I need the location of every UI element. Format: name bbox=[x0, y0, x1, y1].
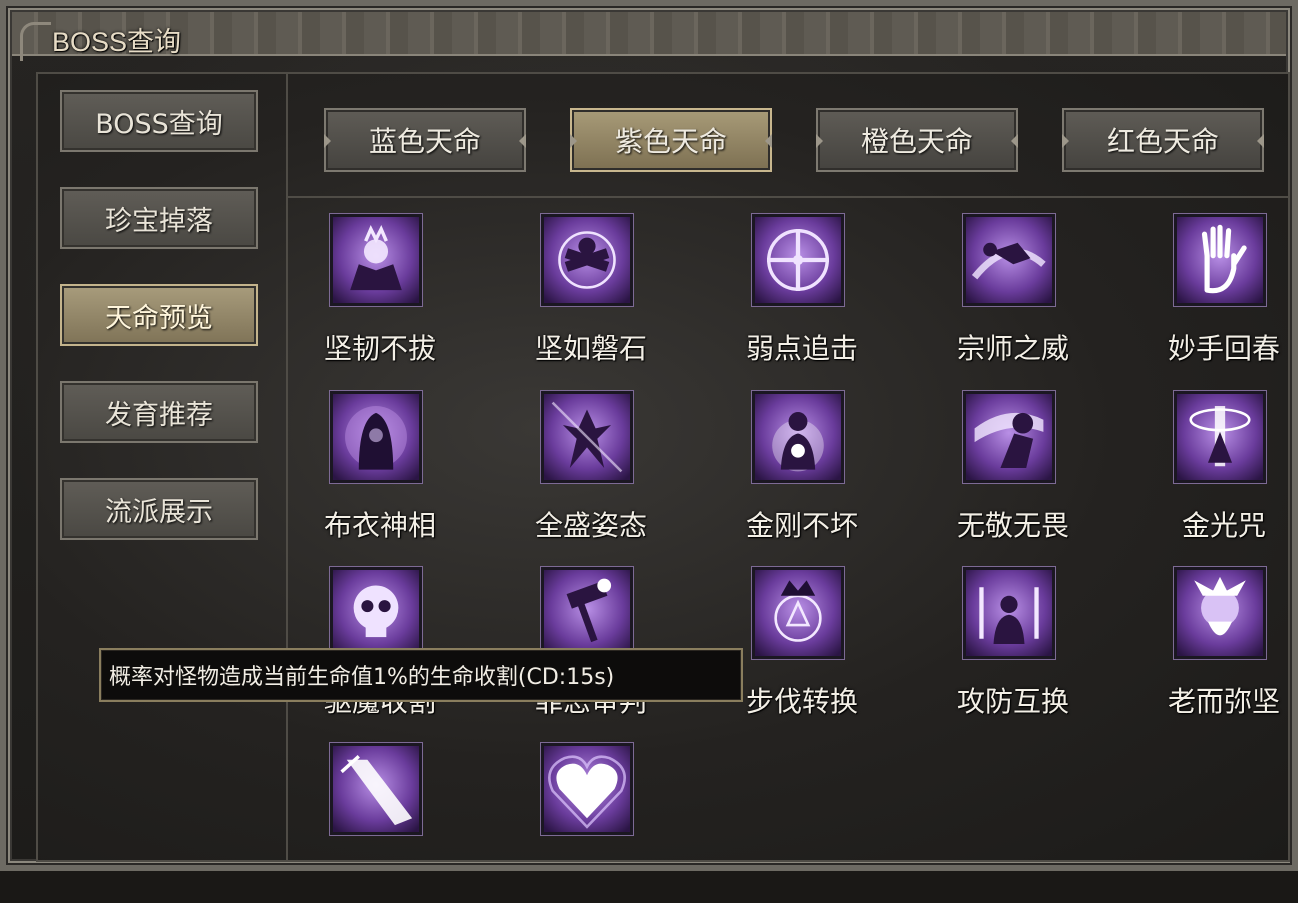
skill-card[interactable]: 步伐转换 bbox=[708, 567, 916, 727]
content-panel: BOSS查询 珍宝掉落 天命预览 发育推荐 流派展示 蓝色天命 紫色天命 橙色天… bbox=[36, 72, 1298, 862]
skill-name: 坚如磐石 bbox=[497, 324, 691, 370]
boss-query-window: BOSS查询 BOSS查询 珍宝掉落 天命预览 发育推荐 流派展示 蓝色天命 紫… bbox=[0, 0, 1298, 871]
sidebar: BOSS查询 珍宝掉落 天命预览 发育推荐 流派展示 bbox=[38, 74, 288, 860]
skill-name: 金光咒 bbox=[1130, 501, 1298, 547]
skill-name-text: 老而弥坚 bbox=[1167, 685, 1280, 718]
skill-name: 弱点追击 bbox=[708, 324, 902, 370]
skill-name: 无敬无畏 bbox=[919, 501, 1113, 547]
tab-purple-destiny[interactable]: 紫色天命 bbox=[570, 108, 772, 172]
skill-name-text: 金光咒 bbox=[1181, 509, 1266, 542]
sidebar-item-growth-recommend[interactable]: 发育推荐 bbox=[60, 381, 258, 443]
tab-blue-destiny[interactable]: 蓝色天命 bbox=[324, 108, 526, 172]
skill-card[interactable] bbox=[294, 743, 494, 903]
flying-kick-icon[interactable] bbox=[963, 214, 1055, 306]
demon-sigil-icon[interactable] bbox=[752, 567, 844, 659]
old-master-icon[interactable] bbox=[1174, 567, 1266, 659]
skill-name-text: 步伐转换 bbox=[745, 685, 858, 718]
skill-card[interactable]: 老而弥坚 bbox=[1130, 567, 1298, 727]
skill-card[interactable]: 妙手回春 bbox=[1130, 214, 1298, 374]
skill-name-text: 妙手回春 bbox=[1167, 332, 1280, 365]
skill-name-text: 坚如磐石 bbox=[534, 332, 647, 365]
tab-red-destiny[interactable]: 红色天命 bbox=[1062, 108, 1264, 172]
skill-name: 攻防互换 bbox=[919, 677, 1113, 723]
skill-card[interactable]: 罪恶审判 bbox=[497, 567, 705, 727]
skill-name: 金刚不坏 bbox=[708, 501, 902, 547]
skill-card[interactable]: 全盛姿态 bbox=[497, 391, 705, 551]
sidebar-item-build-showcase[interactable]: 流派展示 bbox=[60, 478, 258, 540]
skill-name-text: 布衣神相 bbox=[323, 509, 436, 542]
skill-card[interactable]: 坚韧不拔 bbox=[286, 214, 494, 374]
title-bar[interactable]: BOSS查询 bbox=[12, 12, 1286, 61]
skill-name-text: 宗师之威 bbox=[956, 332, 1069, 365]
skill-tooltip: 概率对怪物造成当前生命值1%的生命收割(CD:15s) bbox=[99, 648, 743, 702]
light-beam-icon[interactable] bbox=[330, 743, 422, 835]
corner-ornament-icon bbox=[20, 22, 51, 61]
glowing-heart-icon[interactable] bbox=[541, 743, 633, 835]
skill-name-text: 坚韧不拔 bbox=[323, 332, 436, 365]
judgment-hammer-icon[interactable] bbox=[541, 567, 633, 659]
sidebar-item-boss-query[interactable]: BOSS查询 bbox=[60, 90, 258, 152]
demon-throne-icon[interactable] bbox=[330, 214, 422, 306]
shadow-warrior-icon[interactable] bbox=[963, 391, 1055, 483]
sidebar-item-treasure-drop[interactable]: 珍宝掉落 bbox=[60, 187, 258, 249]
skill-card[interactable]: 驱魔收割 bbox=[286, 567, 494, 727]
window-title: BOSS查询 bbox=[52, 27, 182, 57]
skill-card[interactable]: 布衣神相 bbox=[286, 391, 494, 551]
crosshair-icon[interactable] bbox=[752, 214, 844, 306]
skill-card[interactable]: 金光咒 bbox=[1130, 391, 1298, 551]
skill-card[interactable]: 宗师之威 bbox=[919, 214, 1127, 374]
skill-name: 全盛姿态 bbox=[497, 501, 691, 547]
skill-name-text: 金刚不坏 bbox=[745, 509, 858, 542]
skill-name: 宗师之威 bbox=[919, 324, 1113, 370]
skill-card[interactable] bbox=[505, 743, 705, 903]
swords-meditation-icon[interactable] bbox=[963, 567, 1055, 659]
skill-name: 妙手回春 bbox=[1130, 324, 1298, 370]
skill-card[interactable]: 金刚不坏 bbox=[708, 391, 916, 551]
hooded-sage-icon[interactable] bbox=[330, 391, 422, 483]
tab-bar: 蓝色天命 紫色天命 橙色天命 红色天命 bbox=[288, 74, 1288, 198]
skill-card[interactable]: 弱点追击 bbox=[708, 214, 916, 374]
crossed-arms-orb-icon[interactable] bbox=[541, 214, 633, 306]
skill-name: 老而弥坚 bbox=[1130, 677, 1298, 723]
skill-card[interactable]: 无敬无畏 bbox=[919, 391, 1127, 551]
skill-name: 坚韧不拔 bbox=[286, 324, 480, 370]
golden-light-pillar-icon[interactable] bbox=[1174, 391, 1266, 483]
skill-name: 布衣神相 bbox=[286, 501, 480, 547]
skill-card[interactable]: 坚如磐石 bbox=[497, 214, 705, 374]
skill-name-text: 全盛姿态 bbox=[534, 509, 647, 542]
power-stance-icon[interactable] bbox=[541, 391, 633, 483]
tab-orange-destiny[interactable]: 橙色天命 bbox=[816, 108, 1018, 172]
radiant-monk-icon[interactable] bbox=[752, 391, 844, 483]
glowing-hand-icon[interactable] bbox=[1174, 214, 1266, 306]
skill-name-text: 无敬无畏 bbox=[956, 509, 1069, 542]
skill-name-text: 攻防互换 bbox=[956, 685, 1069, 718]
skill-card[interactable]: 攻防互换 bbox=[919, 567, 1127, 727]
skull-icon[interactable] bbox=[330, 567, 422, 659]
skill-name-text: 弱点追击 bbox=[745, 332, 858, 365]
sidebar-item-destiny-preview[interactable]: 天命预览 bbox=[60, 284, 258, 346]
